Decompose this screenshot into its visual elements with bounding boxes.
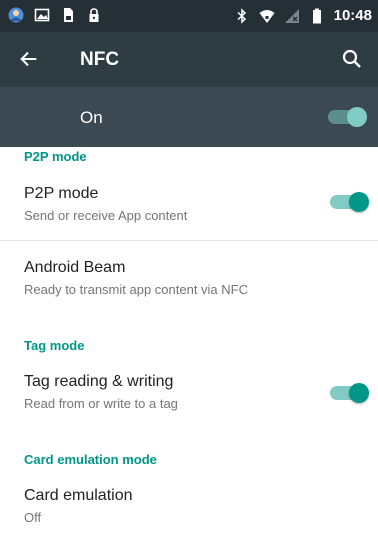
pref-tag-reading-writing-title: Tag reading & writing [24,373,174,390]
pref-p2p-mode-summary: Send or receive App content [24,208,188,223]
status-bar: 10:48 [0,0,378,32]
section-header-p2p: P2P mode [24,149,87,164]
lock-icon [89,8,99,22]
master-switch-bar[interactable]: On [0,87,378,147]
app-bar: NFC [0,32,378,87]
tag-reading-writing-toggle-thumb [349,383,369,403]
sim-card-icon [64,8,73,22]
pref-card-emulation-summary: Off [24,510,42,525]
wifi-icon [259,10,275,23]
pref-tag-reading-writing[interactable]: Tag reading & writing Read from or write… [0,361,378,431]
tag-reading-writing-toggle[interactable] [330,383,369,403]
no-signal-icon [284,9,299,23]
p2p-mode-toggle[interactable] [330,192,369,212]
section-header-card-emulation: Card emulation mode [24,452,157,467]
avatar-icon [8,7,24,23]
bluetooth-icon [237,8,246,24]
section-header-tag: Tag mode [24,338,85,353]
pref-android-beam[interactable]: Android Beam Ready to transmit app conte… [0,241,378,311]
p2p-mode-toggle-thumb [349,192,369,212]
search-icon[interactable] [340,47,364,71]
image-icon [34,8,50,22]
pref-card-emulation-title: Card emulation [24,487,133,504]
battery-icon [312,8,321,24]
master-toggle[interactable] [328,107,367,127]
pref-tag-reading-writing-summary: Read from or write to a tag [24,396,178,411]
page-title: NFC [80,49,120,70]
status-bar-clock: 10:48 [333,7,372,24]
arrow-left-icon[interactable] [18,48,40,70]
pref-android-beam-title: Android Beam [24,259,126,276]
pref-card-emulation[interactable]: Card emulation Off [0,475,378,537]
master-switch-label: On [80,108,103,127]
pref-android-beam-summary: Ready to transmit app content via NFC [24,282,248,297]
pref-p2p-mode[interactable]: P2P mode Send or receive App content [0,173,378,241]
pref-p2p-mode-title: P2P mode [24,185,99,202]
master-toggle-thumb [347,107,367,127]
